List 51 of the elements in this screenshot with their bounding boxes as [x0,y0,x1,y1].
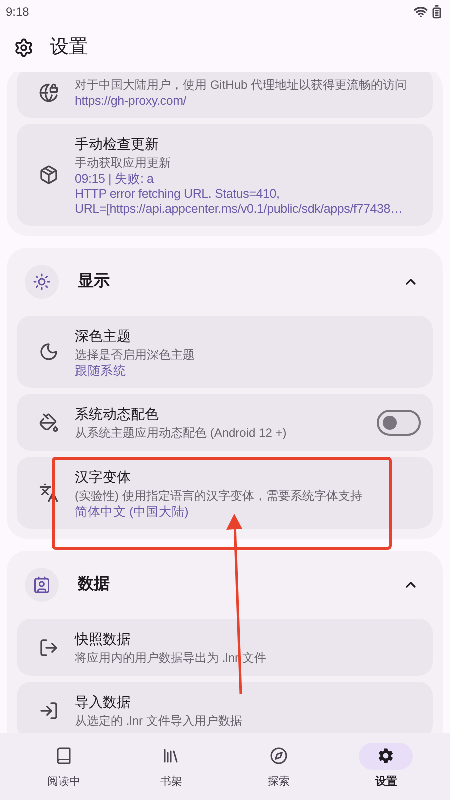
setting-value: 09:15 | 失败: a [75,172,155,187]
translate-icon [39,483,59,503]
nav-tab[interactable]: 阅读中 [24,742,104,790]
wifi-icon [414,5,428,19]
setting-item[interactable]: 系统动态配色 从系统主题应用动态配色 (Android 12 +) [17,394,433,451]
globe-lock-icon [39,83,59,103]
exit-icon [39,638,59,658]
setting-value: 简体中文 (中国大陆) [75,505,190,520]
paint-bucket-icon [39,412,59,432]
sun-icon [33,273,51,291]
shelf-icon [162,747,180,766]
setting-item[interactable]: 对于中国大陆用户，使用 GitHub 代理地址以获得更流畅的访问 https://gh-proxy.com/ [17,72,433,118]
setting-title: 系统动态配色 [75,405,160,424]
nav-tab[interactable]: 设置 [346,742,426,790]
setting-item[interactable]: 手动检查更新 手动获取应用更新 09:15 | 失败: a HTTP error fetching URL. Status=410, URL=[https://api.appcenter.ms/v0.1/public/sdk/apps/f77438… [17,124,433,226]
setting-title: 导入数据 [75,693,132,712]
setting-item[interactable]: 深色主题 选择是否启用深色主题 跟随系统 [17,316,433,388]
setting-description: (实验性) 使用指定语言的汉字变体，需要系统字体支持 [75,488,364,505]
setting-description: 将应用内的用户数据导出为 .lnr 文件 [75,650,268,667]
contact-card-icon [33,576,51,594]
compass-icon [270,747,288,766]
setting-description: 从选定的 .lnr 文件导入用户数据 [75,713,244,730]
setting-item[interactable]: 汉字变体 (实验性) 使用指定语言的汉字变体，需要系统字体支持 简体中文 (中国大陆) [17,457,433,529]
settings-icon [14,38,34,58]
page-title: 设置 [50,36,88,60]
setting-value: 跟随系统 [75,364,128,379]
setting-value: HTTP error fetching URL. Status=410, [75,187,281,202]
enter-icon [39,700,59,720]
book-icon [54,747,73,766]
setting-value: URL=[https://api.appcenter.ms/v0.1/public/sdk/apps/f77438… [75,202,404,217]
status-time: 9:18 [6,4,30,21]
nav-tab[interactable]: 书架 [131,742,212,790]
setting-item[interactable]: 快照数据 将应用内的用户数据导出为 .lnr 文件 [17,619,433,676]
setting-title: 快照数据 [75,630,132,649]
setting-item[interactable]: 导入数据 从选定的 .lnr 文件导入用户数据 [17,682,433,733]
toggle-switch[interactable] [377,410,421,436]
settings-icon [377,747,396,766]
package-icon [39,165,59,185]
moon-icon [39,342,59,362]
setting-description: 选择是否启用深色主题 [75,347,196,364]
setting-description: 对于中国大陆用户，使用 GitHub 代理地址以获得更流畅的访问 [75,77,408,94]
setting-description: 手动获取应用更新 [75,155,172,172]
nav-tab[interactable]: 探索 [238,742,319,790]
setting-value: https://gh-proxy.com/ [75,94,188,109]
setting-description: 从系统主题应用动态配色 (Android 12 +) [75,425,288,442]
section-title: 数据 [78,574,111,595]
setting-title: 深色主题 [75,327,132,346]
setting-title: 手动检查更新 [75,135,160,154]
battery-icon [430,5,444,19]
section-title: 显示 [78,272,111,292]
setting-title: 汉字变体 [75,468,132,487]
